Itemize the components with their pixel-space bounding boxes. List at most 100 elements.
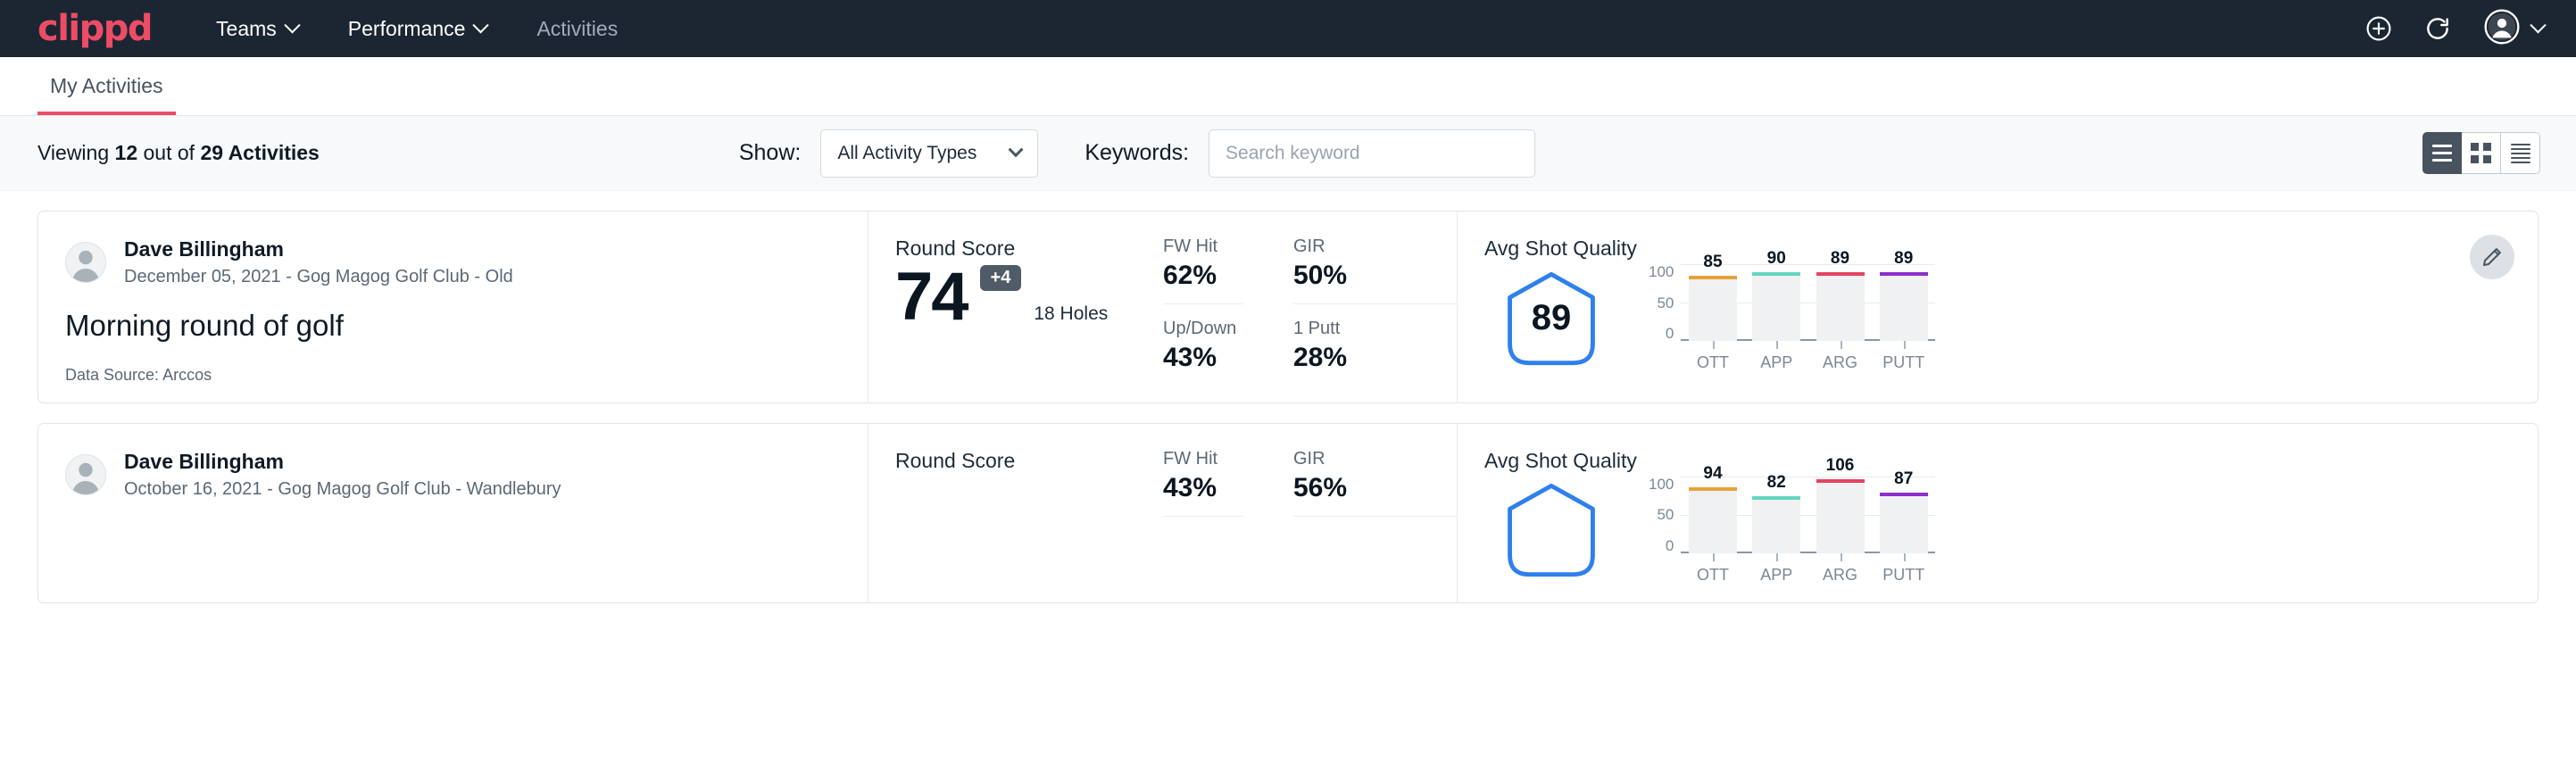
bar [1816, 479, 1865, 553]
nav-item-teams[interactable]: Teams [216, 17, 298, 41]
app-logo[interactable]: clippd [37, 11, 152, 46]
show-label: Show: [739, 140, 801, 166]
activity-user-name: Dave Billingham [124, 449, 561, 475]
chevron-down-icon [284, 17, 300, 33]
viewing-mid: out of [137, 141, 200, 164]
bar-value-label: 82 [1752, 473, 1800, 493]
bar-chart-x-axis: OTTAPPARGPUTT [1681, 353, 1935, 372]
round-stats-column: FW Hit 62% GIR 50% Up/Down 43% 1 Putt 28… [1163, 212, 1458, 402]
activity-user-row: Dave Billingham October 16, 2021 - Gog M… [65, 449, 841, 502]
compact-view-button[interactable] [2501, 132, 2540, 174]
shot-quality-label: Avg Shot Quality [1484, 236, 2538, 261]
y-tick: 50 [1649, 507, 1674, 522]
x-tick-label: PUTT [1880, 566, 1928, 585]
round-score-column: Round Score 74 +4 18 Holes [868, 212, 1163, 402]
activity-user-name: Dave Billingham [124, 236, 513, 262]
bar-chart-plot: 85908989 [1681, 264, 1935, 341]
account-menu[interactable] [2484, 9, 2544, 49]
y-tick: 100 [1649, 477, 1674, 492]
bar [1752, 496, 1800, 553]
x-tick-label: ARG [1816, 353, 1865, 372]
bar-cap [1689, 487, 1737, 491]
bar-column: 89 [1816, 264, 1865, 341]
bar-group: 948210687 [1681, 477, 1935, 553]
x-tick-label: APP [1752, 566, 1800, 585]
bar-value-label: 89 [1880, 249, 1928, 269]
shot-quality-hexagon-wrap: 89 [1484, 270, 1618, 367]
list-view-icon [2432, 145, 2452, 162]
list-view-button[interactable] [2422, 132, 2462, 174]
activity-type-select[interactable]: All Activity Types [820, 129, 1038, 178]
viewing-count-label: Viewing 12 out of 29 Activities [37, 141, 320, 165]
x-tick-mark [1841, 341, 1842, 349]
bar-value-label: 89 [1816, 249, 1865, 269]
bar-chart-plot: 948210687 [1681, 477, 1935, 553]
stat-value: 50% [1293, 261, 1457, 291]
stat-label: GIR [1293, 236, 1457, 257]
shot-quality-hexagon [1503, 482, 1600, 578]
shot-quality-label: Avg Shot Quality [1484, 449, 2538, 473]
grid-view-icon [2471, 143, 2491, 163]
chevron-down-icon [473, 17, 489, 33]
nav-item-activities[interactable]: Activities [536, 17, 618, 41]
tab-my-activities[interactable]: My Activities [37, 74, 176, 115]
bar-group: 85908989 [1681, 264, 1935, 341]
bar-cap [1880, 272, 1928, 276]
shot-quality-hexagon-wrap [1484, 482, 1618, 578]
bar-value-label: 87 [1880, 469, 1928, 489]
bar-column: 106 [1816, 477, 1865, 553]
x-tick-marks [1681, 341, 1935, 350]
x-tick-label: OTT [1689, 353, 1737, 372]
shot-quality-bar-chart: 100 50 0 85908989 OTTAPPARGPUTT [1649, 264, 1935, 372]
bar [1880, 493, 1928, 553]
activity-type-value: All Activity Types [837, 143, 976, 164]
activity-identity-column: Dave Billingham October 16, 2021 - Gog M… [38, 424, 868, 602]
round-score-label: Round Score [895, 236, 1163, 261]
round-score-row: 74 +4 18 Holes [895, 264, 1163, 330]
bar-cap [1880, 493, 1928, 496]
chevron-down-icon [1009, 142, 1024, 157]
bar-value-label: 106 [1816, 456, 1865, 476]
bar-chart-x-axis: OTTAPPARGPUTT [1681, 566, 1935, 585]
bar [1689, 276, 1737, 341]
refresh-icon[interactable] [2423, 14, 2452, 43]
activity-card[interactable]: Dave Billingham December 05, 2021 - Gog … [37, 211, 2539, 403]
view-mode-toggle-group [2422, 132, 2540, 174]
bar [1880, 272, 1928, 341]
bar [1689, 487, 1737, 552]
account-avatar-icon [2484, 9, 2520, 49]
y-tick: 100 [1649, 264, 1674, 279]
bar-chart-y-axis: 100 50 0 [1649, 477, 1674, 553]
search-input[interactable] [1209, 129, 1535, 178]
activity-card[interactable]: Dave Billingham October 16, 2021 - Gog M… [37, 423, 2539, 603]
nav-item-activities-label: Activities [536, 17, 618, 41]
x-tick-mark [1776, 553, 1778, 561]
y-tick: 50 [1649, 295, 1674, 311]
activity-meta: December 05, 2021 - Gog Magog Golf Club … [124, 264, 513, 289]
x-tick-mark [1713, 341, 1715, 349]
stat-gir: GIR 56% [1293, 449, 1457, 517]
bar-chart-y-axis: 100 50 0 [1649, 264, 1674, 341]
edit-activity-button[interactable] [2470, 235, 2514, 279]
round-score-value: 74 [895, 264, 968, 330]
shot-quality-chart-area: 89 100 50 0 85908989 [1484, 264, 2538, 372]
bar-value-label: 94 [1689, 464, 1737, 484]
stat-fw-hit: FW Hit 43% [1163, 449, 1243, 517]
stat-label: FW Hit [1163, 236, 1243, 257]
shot-quality-value: 89 [1503, 270, 1600, 367]
bar-column: 82 [1752, 477, 1800, 553]
activity-meta: October 16, 2021 - Gog Magog Golf Club -… [124, 477, 561, 502]
round-score-label: Round Score [895, 449, 1163, 473]
stat-value: 43% [1163, 343, 1243, 373]
stat-gir: GIR 50% [1293, 236, 1457, 304]
nav-item-performance[interactable]: Performance [348, 17, 487, 41]
add-circle-icon[interactable] [2364, 14, 2393, 43]
bar-cap [1752, 496, 1800, 500]
y-tick: 0 [1649, 538, 1674, 553]
compact-view-icon [2511, 144, 2530, 163]
bar-column: 85 [1689, 264, 1737, 341]
viewing-count: 12 [115, 141, 138, 164]
bar-cap [1752, 272, 1800, 276]
shot-quality-chart-area: 100 50 0 948210687 OTTAPPARGPUTT [1484, 477, 2538, 585]
grid-view-button[interactable] [2462, 132, 2501, 174]
